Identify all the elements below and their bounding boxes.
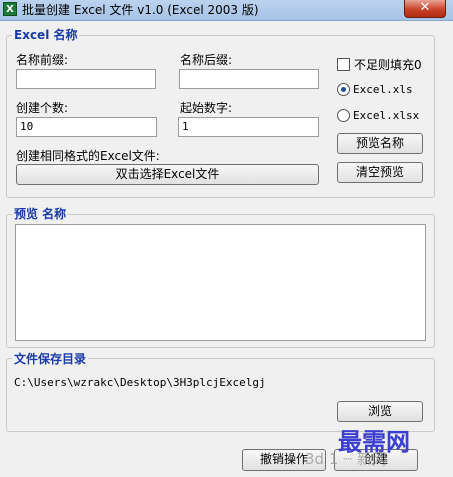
excel-app-icon: X [3, 2, 17, 16]
format-xlsx-radio[interactable] [337, 109, 350, 122]
pad-zero-label: 不足则填充0 [354, 58, 422, 72]
clear-preview-button[interactable]: 清空预览 [337, 162, 423, 183]
suffix-input[interactable] [179, 69, 319, 89]
browse-button[interactable]: 浏览 [337, 401, 423, 422]
start-number-input[interactable]: 1 [178, 117, 319, 137]
suffix-label: 名称后缀: [180, 53, 233, 67]
watermark-subtext: 3d 1 ┈ 新网 [305, 450, 387, 468]
title-bar[interactable]: X 批量创建 Excel 文件 v1.0 (Excel 2003 版) ✕ [0, 0, 453, 21]
preview-names-button[interactable]: 预览名称 [337, 133, 423, 154]
select-template-button[interactable]: 双击选择Excel文件 [16, 164, 319, 185]
preview-list[interactable] [15, 224, 426, 341]
count-input[interactable]: 10 [16, 117, 157, 137]
format-xls-label: Excel.xls [353, 83, 413, 96]
prefix-input[interactable] [16, 69, 156, 89]
excel-name-group-title: Excel 名称 [12, 28, 80, 42]
prefix-label: 名称前缀: [16, 53, 69, 67]
pad-zero-checkbox[interactable] [337, 58, 350, 71]
template-label: 创建相同格式的Excel文件: [16, 149, 160, 163]
app-window: X 批量创建 Excel 文件 v1.0 (Excel 2003 版) ✕ Ex… [0, 0, 453, 477]
format-xls-radio[interactable] [337, 83, 350, 96]
format-xlsx-label: Excel.xlsx [353, 109, 420, 122]
window-title: 批量创建 Excel 文件 v1.0 (Excel 2003 版) [22, 3, 259, 17]
save-path-text: C:\Users\wzrakc\Desktop\3H3plcjExcelgj [14, 376, 266, 389]
save-directory-group-title: 文件保存目录 [12, 352, 89, 366]
count-label: 创建个数: [16, 101, 69, 115]
close-button[interactable]: ✕ [404, 0, 446, 18]
preview-group-title: 预览 名称 [12, 207, 69, 221]
start-number-label: 起始数字: [180, 101, 233, 115]
